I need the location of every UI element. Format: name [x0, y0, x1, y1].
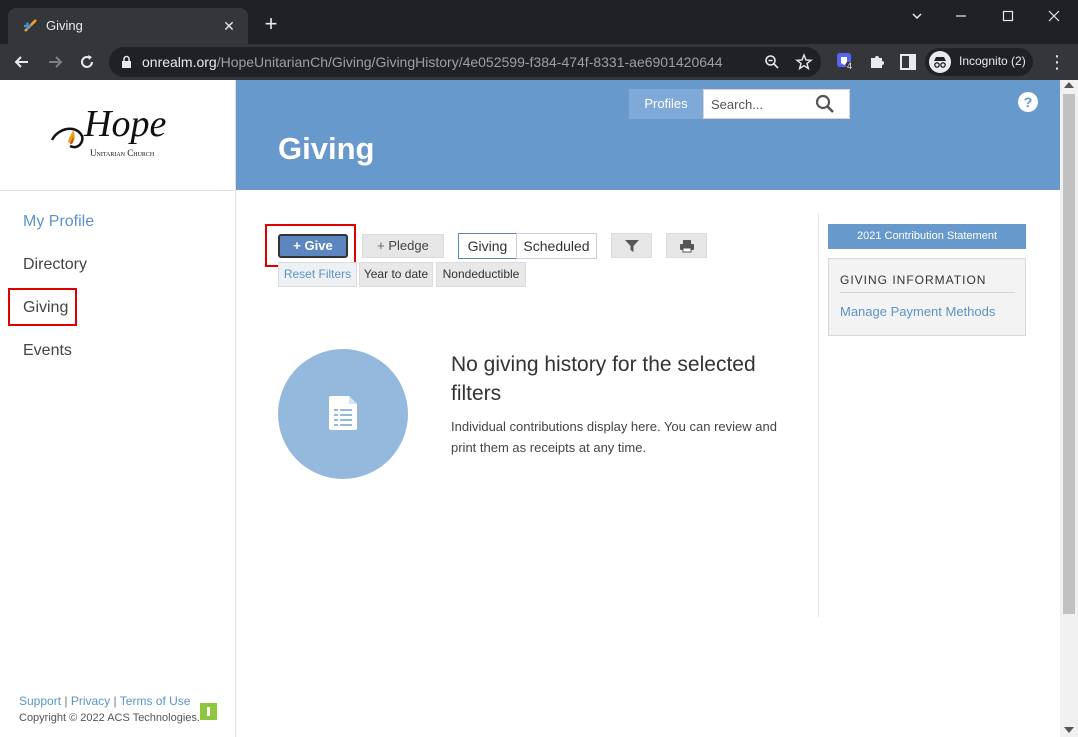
minimize-icon[interactable]: [946, 6, 976, 26]
sidebar-item-events[interactable]: Events: [23, 342, 72, 360]
tab-giving[interactable]: Giving: [458, 233, 517, 259]
privacy-link[interactable]: Privacy: [71, 694, 110, 708]
logo-wordmark: Hope: [83, 103, 166, 145]
scroll-down-icon[interactable]: [1064, 727, 1074, 733]
giving-information-panel: GIVING INFORMATION Manage Payment Method…: [828, 258, 1026, 336]
url-text: onrealm.org/HopeUnitarianCh/Giving/Givin…: [142, 54, 723, 70]
filter-button[interactable]: [611, 233, 652, 258]
help-icon[interactable]: ?: [1018, 92, 1038, 112]
giving-information-title: GIVING INFORMATION: [840, 273, 987, 287]
copyright-text: Copyright © 2022 ACS Technologies.: [19, 712, 200, 724]
right-panel-divider: [818, 213, 819, 617]
search-icon[interactable]: [815, 94, 835, 114]
give-highlight-box: [265, 224, 356, 267]
filter-chip-nondeductible[interactable]: Nondeductible: [436, 262, 526, 287]
plus-icon: +: [377, 238, 389, 253]
tab-scheduled[interactable]: Scheduled: [516, 233, 597, 259]
new-tab-icon[interactable]: +: [259, 13, 283, 37]
search-input[interactable]: [704, 90, 814, 118]
page-banner: Giving Profiles ?: [236, 80, 1060, 190]
empty-state-title: No giving history for the selected filte…: [451, 353, 756, 405]
sidebar-item-my-profile[interactable]: My Profile: [23, 213, 94, 231]
forward-arrow-icon[interactable]: [42, 49, 68, 75]
incognito-profile-button[interactable]: Incognito (2): [925, 48, 1033, 76]
browser-menu-icon[interactable]: ⋮: [1048, 50, 1066, 74]
profiles-button[interactable]: Profiles: [629, 89, 703, 119]
print-icon: [680, 240, 694, 253]
filter-chip-year-to-date[interactable]: Year to date: [359, 262, 433, 287]
browser-toolbar: onrealm.org/HopeUnitarianCh/Giving/Givin…: [0, 44, 1078, 80]
sidebar-divider: [0, 190, 236, 191]
incognito-icon: [929, 51, 951, 73]
extension-shield-icon[interactable]: 4: [836, 52, 856, 72]
incognito-label: Incognito (2): [959, 54, 1026, 68]
empty-state-description: Individual contributions display here. Y…: [451, 419, 777, 455]
support-link[interactable]: Support: [19, 694, 61, 708]
address-bar[interactable]: onrealm.org/HopeUnitarianCh/Giving/Givin…: [109, 47, 821, 77]
footer-separator: |: [64, 694, 68, 708]
logo-subtitle: Unitarian Church: [90, 148, 155, 158]
browser-tab[interactable]: Giving ✕: [8, 8, 248, 44]
reload-icon[interactable]: [74, 49, 100, 75]
print-button[interactable]: [666, 233, 707, 258]
acs-logo-icon[interactable]: [200, 703, 217, 720]
giving-highlight-box: [8, 288, 77, 326]
scrollbar-thumb[interactable]: [1063, 94, 1075, 614]
puzzle-extensions-icon[interactable]: [867, 52, 887, 72]
reset-filters-button[interactable]: Reset Filters: [278, 262, 357, 287]
footer-links: Support | Privacy | Terms of Use: [19, 694, 190, 708]
hope-logo-icon: Hope Unitarian Church: [50, 103, 166, 158]
footer-separator: |: [113, 694, 117, 708]
manage-payment-methods-link[interactable]: Manage Payment Methods: [840, 304, 995, 319]
empty-state-illustration: [278, 349, 408, 479]
tab-search-icon[interactable]: [902, 6, 932, 26]
window-close-icon[interactable]: [1039, 6, 1069, 26]
bookmark-star-icon[interactable]: [795, 53, 813, 71]
browser-titlebar: Giving ✕ +: [0, 0, 1078, 44]
scroll-up-icon[interactable]: [1064, 82, 1074, 88]
page-title: Giving: [278, 131, 375, 166]
side-panel-icon[interactable]: [898, 52, 918, 72]
pledge-label: Pledge: [388, 238, 429, 253]
document-icon: [329, 396, 357, 430]
lock-icon: [122, 55, 131, 68]
sidebar: Hope Unitarian Church My Profile Directo…: [0, 80, 236, 737]
sidebar-item-directory[interactable]: Directory: [23, 256, 87, 274]
extension-badge: 4: [847, 61, 853, 71]
filter-icon: [625, 240, 639, 252]
zoom-icon[interactable]: [763, 53, 781, 71]
pledge-button[interactable]: + Pledge: [362, 234, 444, 258]
church-logo[interactable]: Hope Unitarian Church: [48, 98, 188, 170]
maximize-icon[interactable]: [993, 6, 1023, 26]
contribution-statement-button[interactable]: 2021 Contribution Statement: [828, 224, 1026, 249]
realm-favicon-icon: [24, 19, 37, 32]
page-content: Hope Unitarian Church My Profile Directo…: [0, 80, 1078, 737]
back-arrow-icon[interactable]: [9, 49, 35, 75]
tab-title: Giving: [46, 18, 83, 33]
page-scrollbar[interactable]: [1060, 80, 1078, 737]
info-divider: [840, 292, 1015, 293]
terms-link[interactable]: Terms of Use: [120, 694, 191, 708]
search-box: [703, 89, 850, 119]
tab-close-icon[interactable]: ✕: [218, 15, 240, 37]
